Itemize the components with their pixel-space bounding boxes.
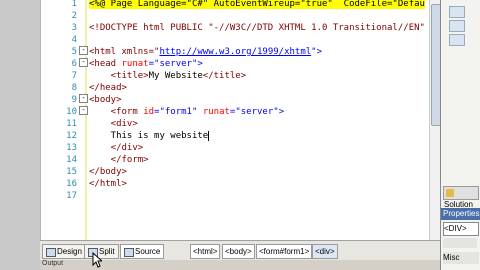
code-line-7: <title>My Website</title> [89, 70, 246, 82]
tree-node-icon[interactable] [449, 6, 465, 18]
code-line-16: </html> [89, 179, 127, 189]
output-label: Output [42, 260, 64, 267]
source-view-button[interactable]: Source [120, 244, 165, 259]
line-number: 5 [71, 47, 77, 57]
change-tracking-bar [85, 0, 87, 240]
page-directive: <%@ Page Language="C#" AutoEventWireup="… [89, 0, 425, 9]
attr-value: "server" [235, 107, 279, 117]
line-number: 13 [66, 143, 77, 153]
html-tag: <html xmlns=" [89, 47, 160, 57]
line-number: 15 [66, 167, 77, 177]
breadcrumb-div[interactable]: <div> [312, 244, 338, 259]
breadcrumb-body[interactable]: <body> [222, 244, 255, 259]
code-line-11: <div> [89, 119, 138, 129]
line-number: 3 [71, 23, 77, 33]
mouse-cursor-icon [92, 252, 102, 268]
design-label: Design [57, 247, 82, 256]
xmlns-link[interactable]: http://www.w3.org/1999/xhtml [159, 47, 311, 57]
line-number: 1 [71, 0, 77, 9]
body-text: This is my website [89, 131, 209, 141]
attr-name: id [137, 107, 155, 117]
code-line-3: <!DOCTYPE html PUBLIC "-//W3C//DTD XHTML… [89, 23, 425, 33]
title-close-tag: </title> [202, 71, 247, 81]
tag-close: "> [311, 47, 323, 57]
properties-header: Properties [441, 208, 480, 220]
line-number: 11 [66, 119, 77, 129]
code-line-12[interactable]: This is my website [89, 130, 210, 142]
fold-toggle-icon[interactable]: - [79, 94, 88, 103]
properties-misc-row[interactable]: Misc [443, 252, 479, 264]
line-number: 8 [71, 83, 77, 93]
tree-node-icon[interactable] [449, 34, 465, 46]
source-editor[interactable]: 1 2 3 4 5 6 7 8 9 10 11 12 13 14 15 16 1… [40, 0, 443, 240]
head-tag: <head [89, 59, 117, 69]
line-number-gutter: 1 2 3 4 5 6 7 8 9 10 11 12 13 14 15 16 1… [41, 0, 85, 240]
design-icon [46, 248, 56, 257]
breadcrumb-html[interactable]: <html> [190, 244, 221, 259]
tag-close: > [197, 59, 203, 69]
attr-name: runat [116, 59, 149, 69]
line-number: 6 [71, 59, 77, 69]
line-number: 2 [71, 11, 77, 21]
fold-toggle-icon[interactable]: - [79, 58, 88, 67]
misc-label: Misc [443, 253, 460, 262]
code-line-6: <head runat="server"> [89, 58, 203, 70]
source-label: Source [135, 247, 161, 256]
solution-icon [446, 188, 454, 197]
breadcrumb-form[interactable]: <form#form1> [256, 244, 313, 259]
solution-explorer-tab[interactable]: Solution [443, 186, 479, 209]
code-line-1: <%@ Page Language="C#" AutoEventWireup="… [89, 0, 425, 10]
left-toolbox-strip [0, 0, 40, 270]
code-line-5: <html xmlns="http://www.w3.org/1999/xhtm… [89, 46, 322, 58]
line-number: 10 [66, 107, 77, 117]
code-line-9: <body> [89, 95, 122, 105]
line-number: 7 [71, 71, 77, 81]
properties-object-select[interactable]: <DIV> [443, 222, 479, 236]
fold-toggle-icon[interactable]: - [79, 46, 88, 55]
source-icon [124, 248, 134, 257]
attr-value: "form1" [159, 107, 198, 117]
line-number: 4 [71, 35, 77, 45]
form-tag: <form [89, 107, 138, 117]
code-line-14: </form> [89, 155, 149, 165]
fold-toggle-icon[interactable]: - [79, 106, 88, 115]
tree-node-icon[interactable] [449, 20, 465, 32]
line-number: 12 [66, 131, 77, 141]
code-line-15: </body> [89, 167, 127, 177]
properties-toolbar[interactable] [443, 238, 477, 248]
code-line-10: <form id="form1" runat="server"> [89, 106, 284, 118]
attr-value: "server" [154, 59, 198, 69]
code-line-8: </head> [89, 83, 127, 93]
line-number: 14 [66, 155, 77, 165]
text-caret [208, 130, 210, 141]
line-number: 9 [71, 95, 77, 105]
design-view-button[interactable]: Design [42, 244, 86, 259]
line-number: 16 [66, 179, 77, 189]
attr-name: runat [197, 107, 230, 117]
tag-close: > [278, 107, 285, 117]
title-text: My Website [148, 71, 203, 81]
code-line-13: </div> [89, 143, 144, 153]
title-open-tag: <title> [89, 71, 149, 81]
right-tool-panel: Solution Properties <DIV> Misc [440, 0, 480, 270]
line-number: 17 [66, 191, 77, 201]
